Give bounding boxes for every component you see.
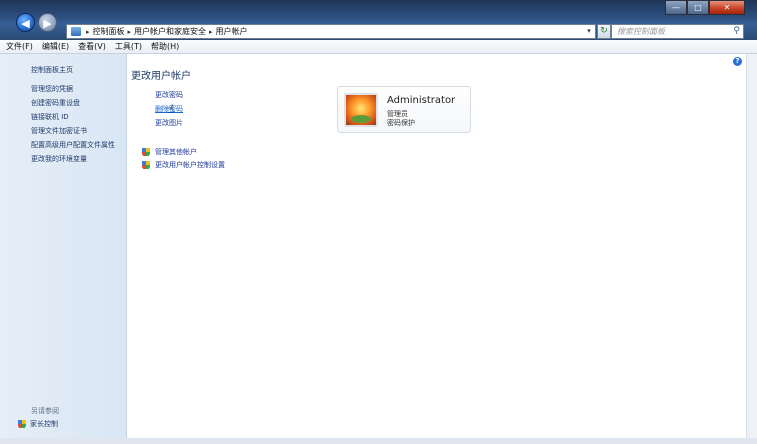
manage-other-accounts-label: 管理其他帐户 — [155, 148, 197, 156]
back-button[interactable]: ◀ — [16, 13, 35, 32]
breadcrumb-separator: ▸ — [209, 27, 213, 36]
sidebar-link-online-id[interactable]: 链接联机 ID — [31, 112, 69, 122]
breadcrumb-separator: ▸ — [86, 27, 90, 36]
menu-help[interactable]: 帮助(H) — [151, 41, 179, 52]
sidebar-link-parental-controls[interactable]: 家长控制 — [18, 419, 58, 429]
search-icon[interactable]: ⚲ — [733, 25, 740, 38]
uac-settings-link[interactable]: 更改用户帐户控制设置 — [142, 160, 225, 170]
shield-icon — [142, 160, 150, 170]
sidebar-link-reset-disk[interactable]: 创建密码重设盘 — [31, 98, 80, 108]
menu-bar: 文件(F) 编辑(E) 查看(V) 工具(T) 帮助(H) — [0, 40, 757, 54]
breadcrumb-control-panel[interactable]: 控制面板 — [93, 26, 125, 37]
address-bar[interactable]: ▸ 控制面板 ▸ 用户帐户和家庭安全 ▸ 用户帐户 ▾ — [66, 24, 596, 39]
sidebar-link-credentials[interactable]: 管理您的凭据 — [31, 84, 73, 94]
sidebar: 控制面板主页 管理您的凭据 创建密码重设盘 链接联机 ID 管理文件加密证书 配… — [0, 54, 127, 438]
account-card: Administrator 管理员 密码保护 — [337, 86, 471, 133]
forward-button[interactable]: ▶ — [38, 13, 57, 32]
refresh-button[interactable]: ↻ — [597, 24, 611, 39]
sidebar-family-label: 家长控制 — [30, 420, 58, 428]
menu-file[interactable]: 文件(F) — [6, 41, 33, 52]
sidebar-link-advanced-profile[interactable]: 配置高级用户配置文件属性 — [31, 140, 115, 150]
scrollbar[interactable] — [746, 54, 757, 438]
page-title: 更改用户帐户 — [131, 71, 191, 82]
shield-icon — [142, 147, 150, 157]
control-panel-icon — [71, 27, 81, 36]
window-titlebar: ◀ ▶ ▸ 控制面板 ▸ 用户帐户和家庭安全 ▸ 用户帐户 ▾ ↻ 搜索控制面板… — [0, 0, 757, 40]
sidebar-link-env-vars[interactable]: 更改我的环境变量 — [31, 154, 87, 164]
menu-edit[interactable]: 编辑(E) — [42, 41, 69, 52]
manage-other-accounts-link[interactable]: 管理其他帐户 — [142, 147, 197, 157]
breadcrumb-user-accounts-family[interactable]: 用户帐户和家庭安全 — [134, 26, 206, 37]
uac-settings-label: 更改用户帐户控制设置 — [155, 161, 225, 169]
sidebar-home-link[interactable]: 控制面板主页 — [31, 65, 73, 75]
menu-view[interactable]: 查看(V) — [78, 41, 106, 52]
back-arrow-icon: ◀ — [21, 17, 30, 30]
change-password-link[interactable]: 更改密码 — [155, 90, 183, 100]
maximize-button[interactable]: □ — [687, 0, 709, 15]
window-controls: — □ ✕ — [665, 0, 745, 15]
sidebar-link-encryption-cert[interactable]: 管理文件加密证书 — [31, 126, 87, 136]
account-name: Administrator — [387, 95, 456, 106]
search-placeholder: 搜索控制面板 — [617, 27, 665, 36]
menu-tools[interactable]: 工具(T) — [115, 41, 142, 52]
breadcrumb-separator: ▸ — [127, 27, 132, 36]
breadcrumb-user-accounts[interactable]: 用户帐户 — [216, 26, 248, 37]
shield-icon — [18, 419, 26, 429]
address-dropdown-icon[interactable]: ▾ — [583, 25, 595, 38]
search-input[interactable]: 搜索控制面板 ⚲ — [611, 24, 744, 39]
forward-arrow-icon: ▶ — [43, 17, 52, 30]
refresh-icon: ↻ — [600, 26, 608, 36]
minimize-button[interactable]: — — [665, 0, 687, 15]
window-bottom-border — [0, 438, 757, 444]
hand-cursor-icon: ☝ — [167, 102, 175, 116]
help-icon[interactable]: ? — [733, 57, 742, 66]
avatar — [344, 93, 378, 127]
close-button[interactable]: ✕ — [709, 0, 745, 15]
see-also-heading: 另请参阅 — [31, 407, 59, 415]
change-picture-link[interactable]: 更改图片 — [155, 118, 183, 128]
account-status: 密码保护 — [387, 119, 415, 127]
